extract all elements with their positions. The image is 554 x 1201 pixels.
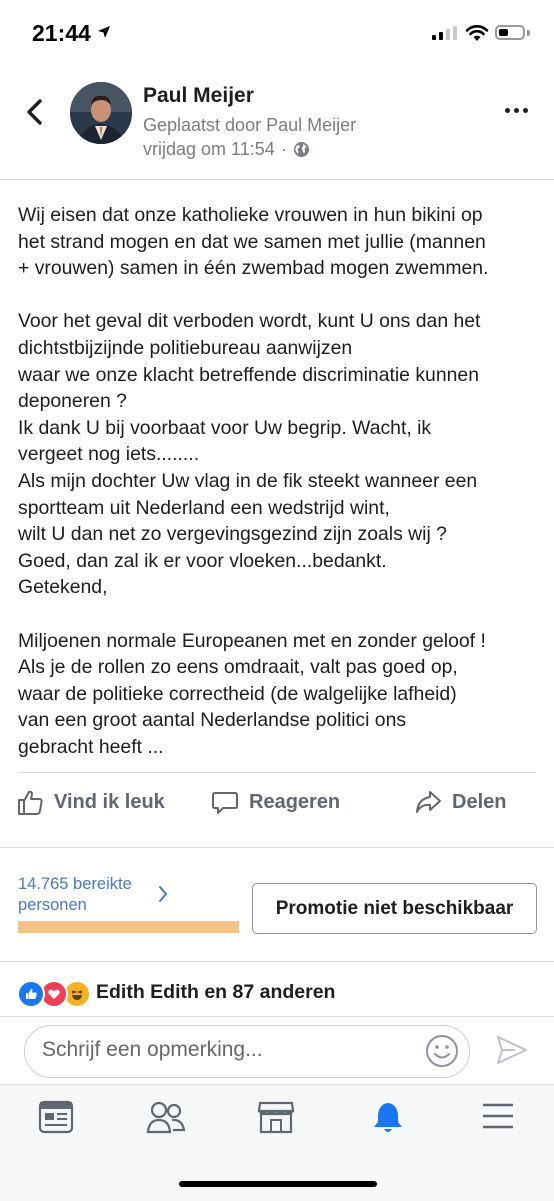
post-line: sportteam uit Nederland een wedstrijd wi… <box>18 496 390 519</box>
post-paragraph: Voor het geval dit verboden wordt, kunt … <box>18 308 542 601</box>
reach-count: 14.765 bereikte <box>18 875 132 893</box>
promote-button[interactable]: Promotie niet beschikbaar <box>252 883 537 934</box>
post-line: deponeren ? <box>18 390 127 413</box>
friends-icon[interactable] <box>146 1100 186 1134</box>
more-options-icon[interactable] <box>505 108 528 113</box>
wifi-icon <box>465 25 489 41</box>
news-feed-icon[interactable] <box>38 1100 74 1134</box>
emoji-icon[interactable] <box>425 1034 459 1068</box>
author-name[interactable]: Paul Meijer <box>143 84 254 108</box>
post-paragraph: Wij eisen dat onze katholieke vrouwen in… <box>18 202 542 282</box>
reach-link[interactable]: 14.765 bereikte personen <box>18 874 132 916</box>
post-line: wilt U dan net zo vergevingsgezind zijn … <box>18 523 447 546</box>
reach-label: personen <box>18 896 87 914</box>
post-line: vergeet nog iets........ <box>18 443 200 466</box>
like-label: Vind ik leuk <box>54 790 165 813</box>
post-line: Goed, dan zal ik er voor vloeken...bedan… <box>18 549 387 572</box>
post-line: + vrouwen) samen in één zwembad mogen zw… <box>18 257 489 280</box>
post-line: waar de politieke correctheid (de walgel… <box>18 682 457 705</box>
post-line: Voor het geval dit verboden wordt, kunt … <box>18 310 481 333</box>
actions-top-divider <box>18 772 536 773</box>
post-body: Wij eisen dat onze katholieke vrouwen in… <box>18 202 542 787</box>
location-arrow-icon <box>98 26 110 38</box>
post-line: Wij eisen dat onze katholieke vrouwen in… <box>18 204 483 226</box>
comment-label: Reageren <box>249 790 341 813</box>
post-paragraph: Miljoenen normale Europeanen met en zond… <box>18 628 542 761</box>
avatar[interactable] <box>70 82 132 144</box>
comment-placeholder: Schrijf een opmerking... <box>42 1038 263 1061</box>
insights-divider <box>0 961 554 962</box>
battery-icon <box>495 25 525 40</box>
send-icon[interactable] <box>495 1034 529 1066</box>
post-line: Ik dank U bij voorbaat voor Uw begrip. W… <box>18 416 432 439</box>
share-arrow-icon <box>416 791 441 813</box>
reach-bar <box>18 921 239 933</box>
marketplace-icon[interactable] <box>257 1100 295 1134</box>
post-line: het strand mogen en dat we samen met jul… <box>18 230 486 253</box>
comment-bubble-icon <box>212 792 238 814</box>
post-line: waar we onze klacht betreffende discrimi… <box>18 363 479 386</box>
header-divider <box>0 179 554 180</box>
post-meta: vrijdag om 11:54 · <box>143 139 310 160</box>
post-time[interactable]: vrijdag om 11:54 <box>143 139 275 160</box>
battery-tip <box>527 30 530 36</box>
reactions-divider <box>0 1016 554 1017</box>
share-button[interactable]: Delen <box>414 788 506 816</box>
post-line: Als je de rollen zo eens omdraait, valt … <box>18 656 458 679</box>
chevron-right-icon[interactable] <box>157 884 169 904</box>
post-line: dichtstbijzijnde politiebureau aanwijzen <box>18 336 353 359</box>
meta-separator: · <box>280 139 287 159</box>
post-line: Getekend, <box>18 576 108 599</box>
like-button[interactable]: Vind ik leuk <box>16 788 165 816</box>
posted-by: Geplaatst door Paul Meijer <box>143 115 357 135</box>
status-time: 21:44 <box>32 20 91 46</box>
home-indicator <box>179 1181 377 1187</box>
reactions-summary[interactable]: Edith Edith en 87 anderen <box>96 981 335 1004</box>
post-line: Miljoenen normale Europeanen met en zond… <box>18 629 486 652</box>
reaction-icons[interactable] <box>17 980 91 1008</box>
comment-button[interactable]: Reageren <box>211 788 340 816</box>
post-line: van een groot aantal Nederlandse politic… <box>18 709 407 732</box>
post-line: Als mijn dochter Uw vlag in de fik steek… <box>18 469 478 492</box>
globe-icon <box>293 142 309 157</box>
cellular-signal-icon <box>432 26 457 40</box>
post-line: gebracht heeft ... <box>18 735 164 758</box>
actions-bottom-divider <box>0 847 554 848</box>
share-label: Delen <box>452 790 507 813</box>
thumbs-up-icon <box>18 790 43 815</box>
back-chevron-icon[interactable] <box>24 98 46 126</box>
menu-icon[interactable] <box>481 1100 515 1132</box>
like-reaction-icon <box>17 980 45 1008</box>
notifications-bell-icon[interactable] <box>369 1100 407 1136</box>
